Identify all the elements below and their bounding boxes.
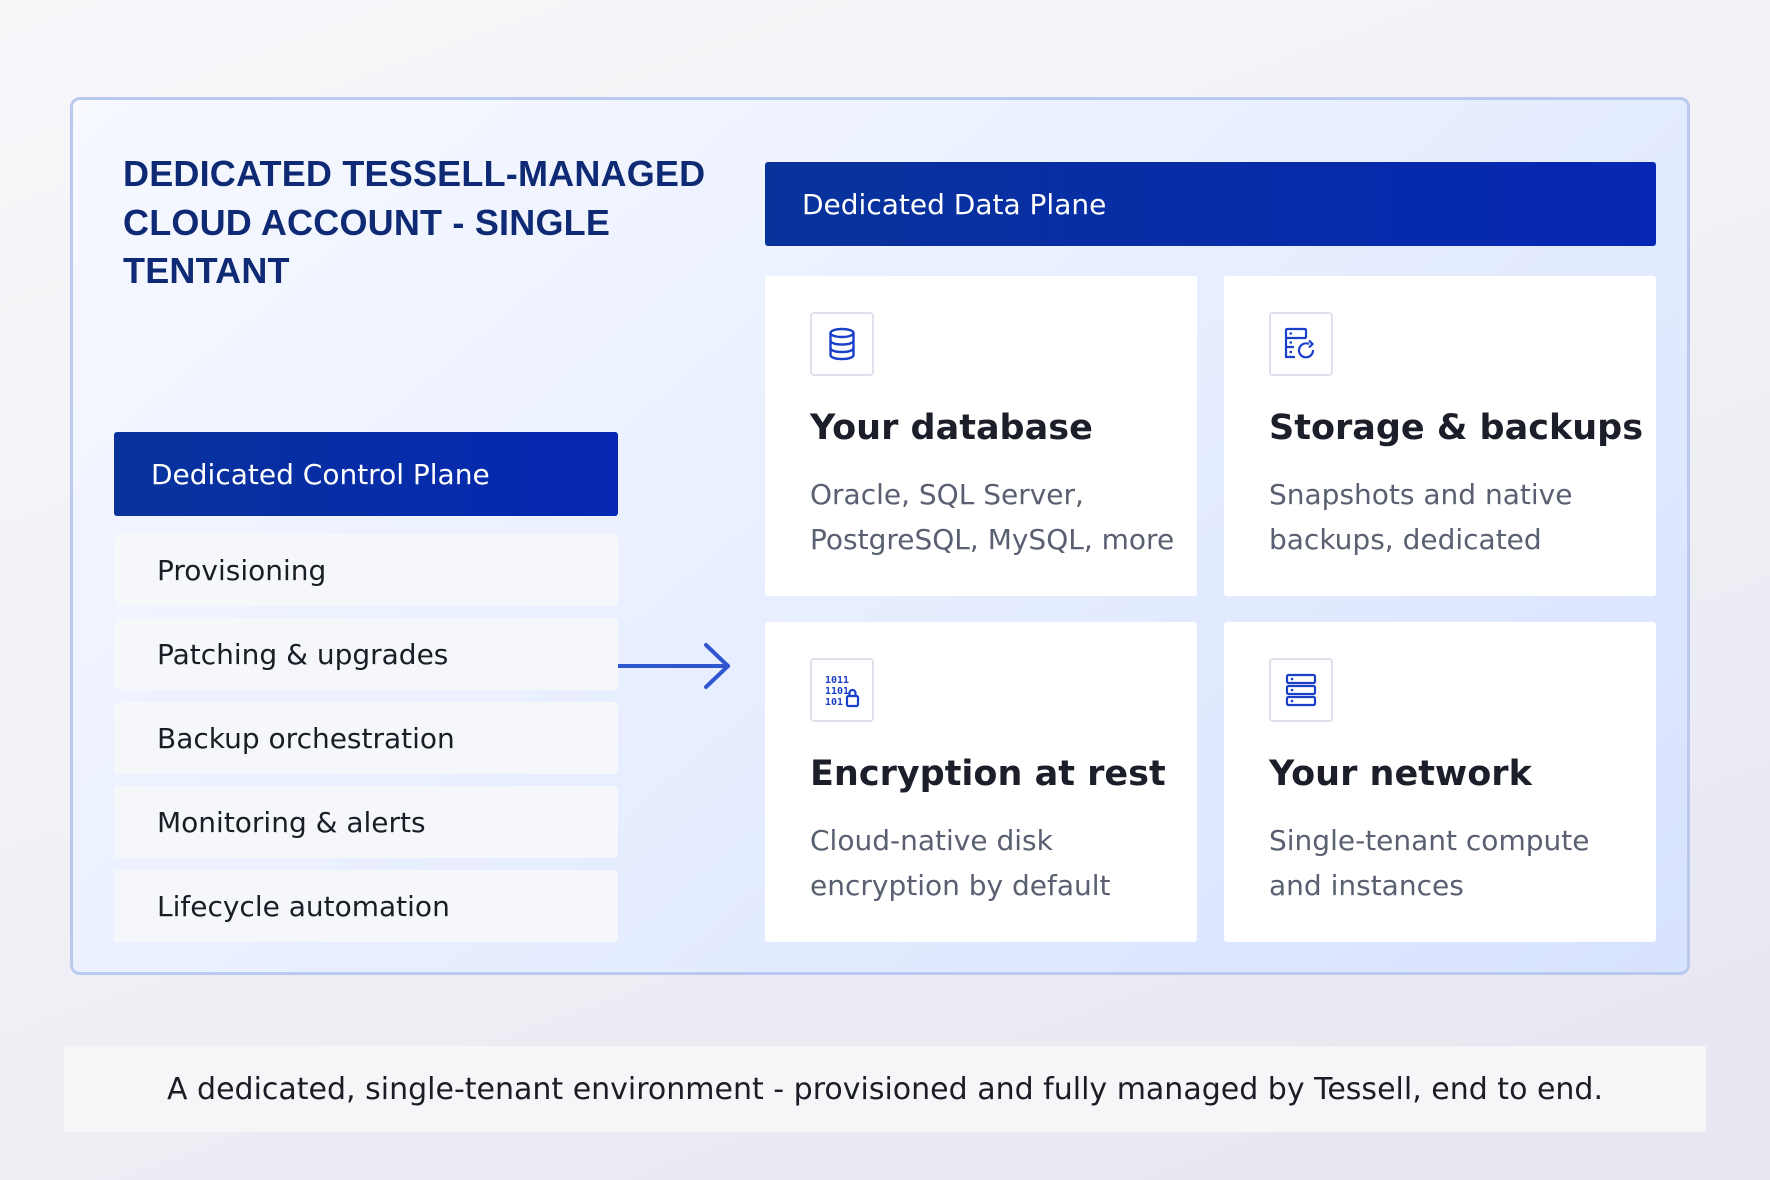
control-item-label: Provisioning [157, 553, 327, 587]
database-icon-box [810, 312, 874, 376]
network-server-icon-box [1269, 658, 1333, 722]
control-item-label: Lifecycle automation [157, 889, 450, 923]
data-plane-header-label: Dedicated Data Plane [802, 187, 1107, 221]
control-plane-list: Provisioning Patching & upgrades Backup … [114, 534, 618, 954]
card-description: Single-tenant compute and instances [1269, 824, 1590, 902]
control-item-monitoring: Monitoring & alerts [114, 786, 618, 858]
control-item-label: Backup orchestration [157, 721, 455, 755]
control-item-lifecycle: Lifecycle automation [114, 870, 618, 942]
control-item-label: Monitoring & alerts [157, 805, 426, 839]
card-title: Storage & backups [1269, 408, 1644, 448]
card-description: Oracle, SQL Server, PostgreSQL, MySQL, m… [810, 478, 1175, 556]
network-server-icon [1285, 673, 1317, 707]
control-item-label: Patching & upgrades [157, 637, 449, 671]
control-plane-header: Dedicated Control Plane [114, 432, 618, 516]
card-description: Snapshots and native backups, dedicated [1269, 478, 1573, 556]
encryption-lock-icon: 1011 1101 101 [825, 675, 860, 708]
card-title: Your database [810, 408, 1093, 448]
storage-backup-icon-box [1269, 312, 1333, 376]
caption-text: A dedicated, single-tenant environment -… [166, 1071, 1604, 1107]
database-icon [829, 327, 855, 361]
svg-text:101: 101 [825, 697, 843, 708]
svg-text:1011: 1011 [825, 675, 849, 686]
encryption-lock-icon-box: 1011 1101 101 [810, 658, 874, 722]
control-item-backup-orchestration: Backup orchestration [114, 702, 618, 774]
caption-bar: A dedicated, single-tenant environment -… [64, 1046, 1706, 1132]
control-plane-header-label: Dedicated Control Plane [151, 457, 490, 491]
svg-text:1101: 1101 [825, 686, 849, 697]
data-plane-header: Dedicated Data Plane [765, 162, 1656, 246]
account-title: DEDICATED TESSELL-MANAGED CLOUD ACCOUNT … [123, 153, 706, 291]
card-your-database: Your database Oracle, SQL Server, Postgr… [765, 276, 1197, 596]
storage-backup-icon [1284, 327, 1315, 359]
card-title: Your network [1269, 754, 1532, 794]
card-your-network: Your network Single-tenant compute and i… [1224, 622, 1656, 942]
control-item-patching: Patching & upgrades [114, 618, 618, 690]
flow-arrow-icon [618, 643, 730, 689]
card-description: Cloud-native disk encryption by default [810, 824, 1111, 902]
card-encryption-at-rest: 1011 1101 101 Encryption at rest Cloud-n… [765, 622, 1197, 942]
control-item-provisioning: Provisioning [114, 534, 618, 606]
card-title: Encryption at rest [810, 754, 1166, 794]
card-storage-backups: Storage & backups Snapshots and native b… [1224, 276, 1656, 596]
